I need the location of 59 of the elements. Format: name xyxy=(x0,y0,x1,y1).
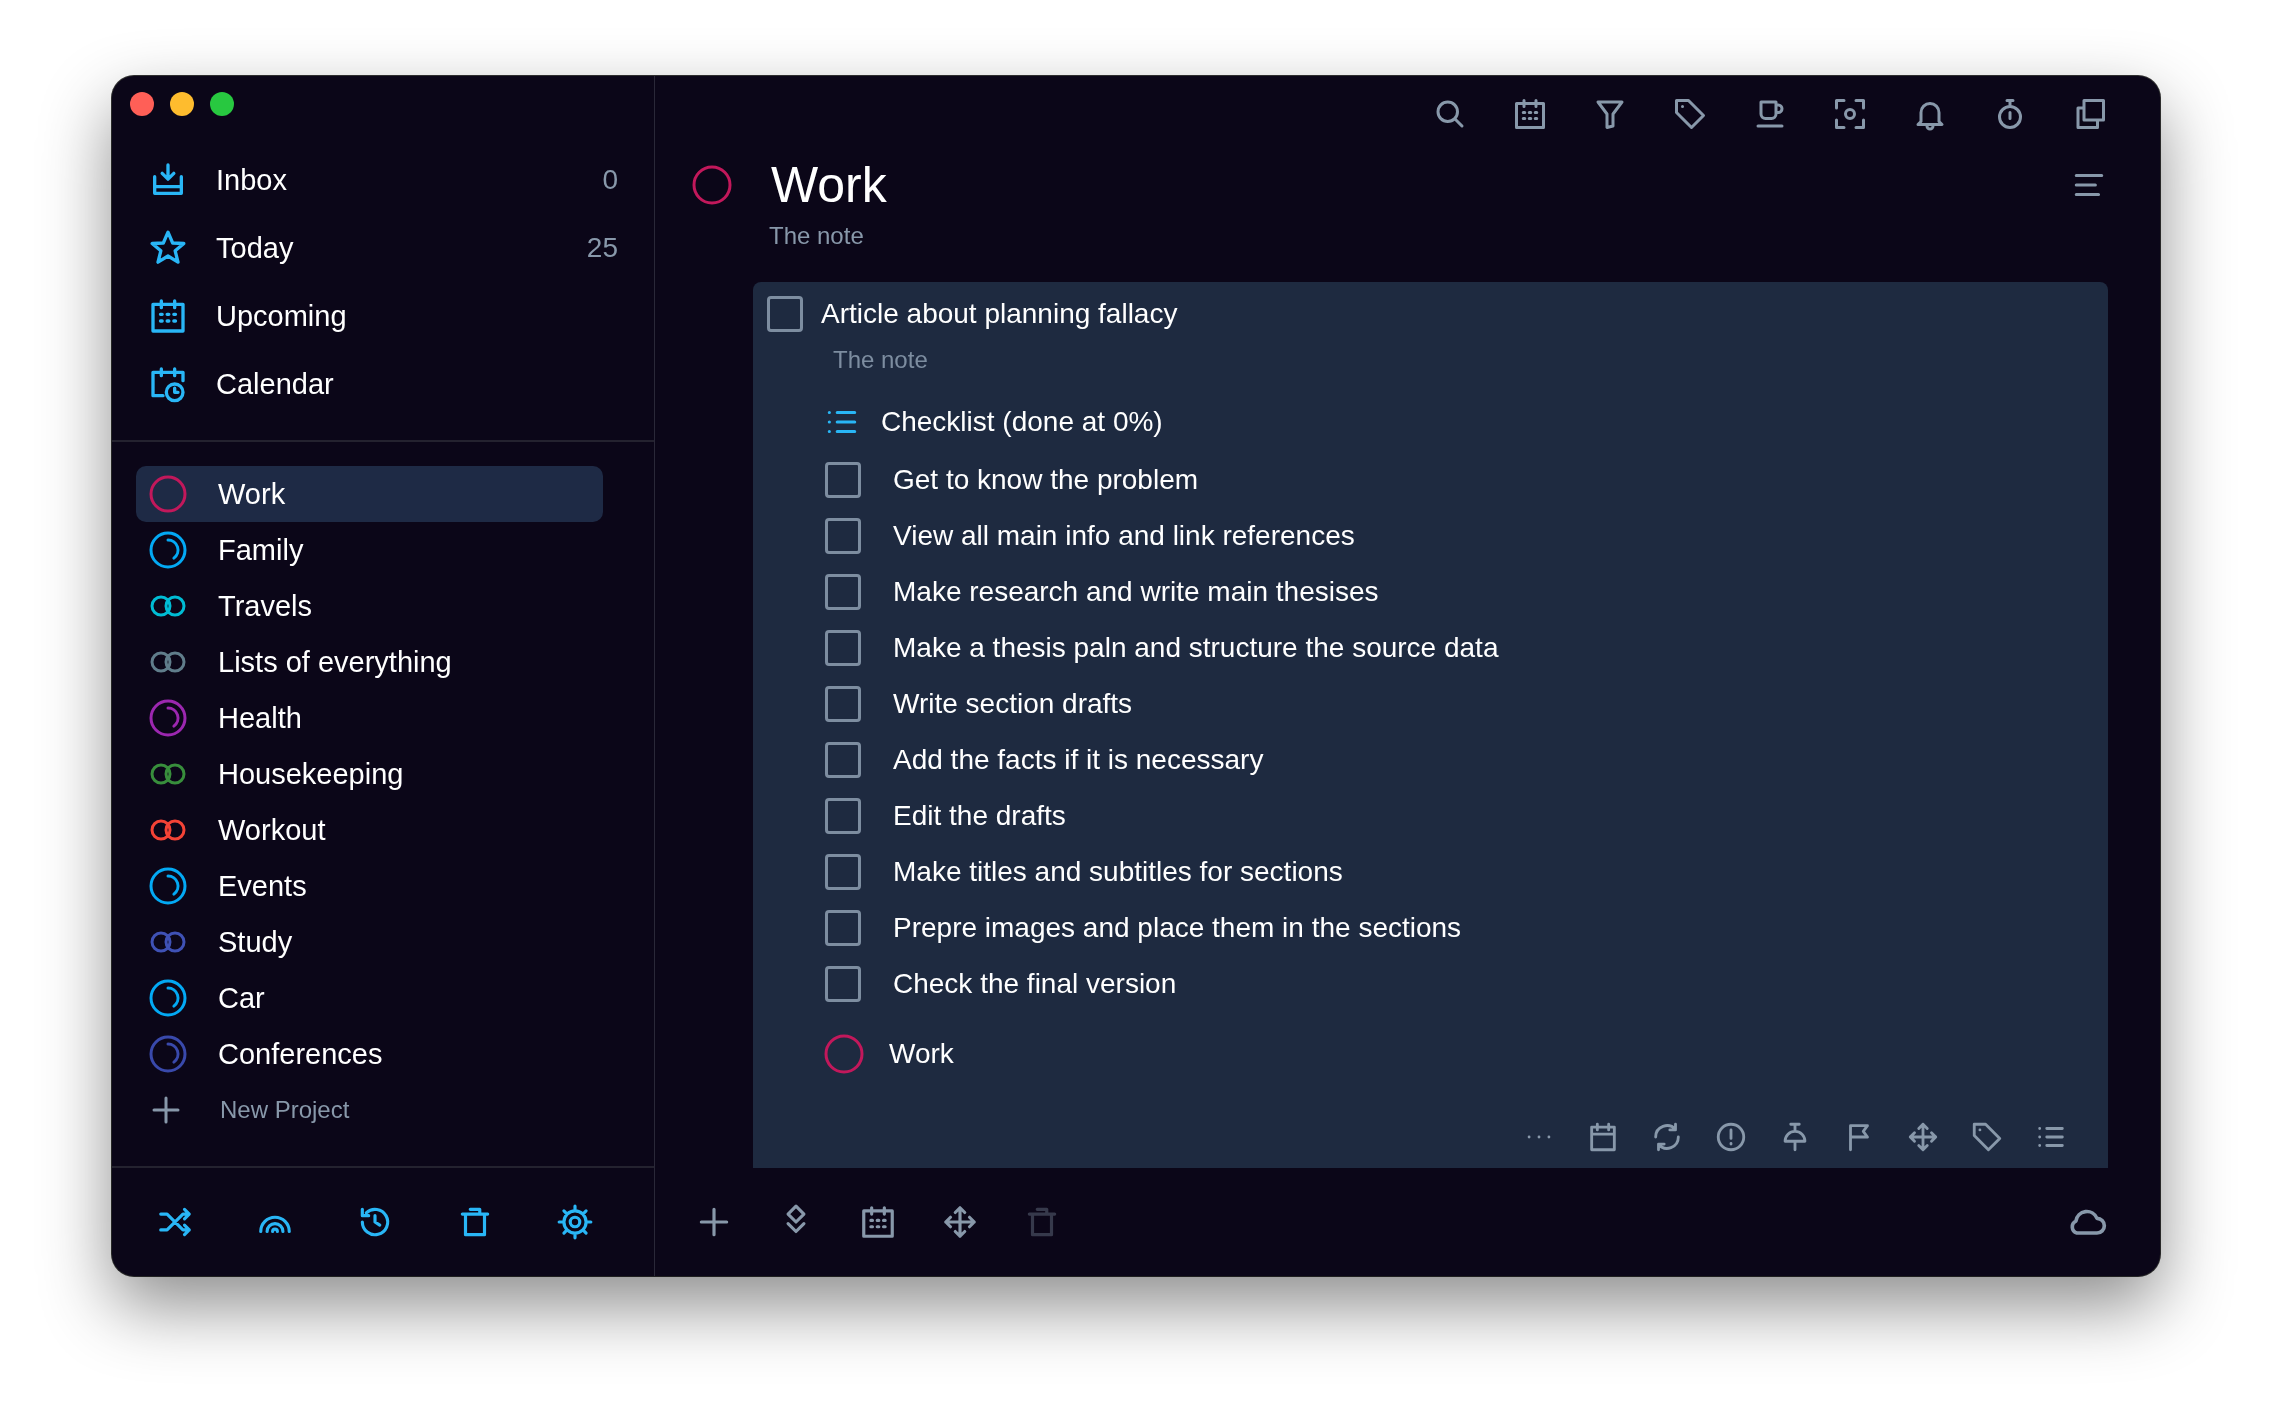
checklist-item: Get to know the problem xyxy=(893,464,1199,496)
checklist-item: Make research and write main thesises xyxy=(893,576,1379,608)
checklist-item: Write section drafts xyxy=(893,688,1133,720)
task-project-label: Work xyxy=(889,1038,954,1070)
project-item[interactable]: Travels xyxy=(136,578,603,634)
task-note: The note xyxy=(833,346,929,374)
task-checkbox[interactable] xyxy=(767,296,803,332)
focus-icon[interactable] xyxy=(1832,96,1868,132)
gear-icon[interactable] xyxy=(556,1203,594,1241)
checklist-item: Add the facts if it is necessary xyxy=(893,744,1264,776)
sidebar-item[interactable]: Today 25 xyxy=(148,214,618,282)
sidebar-item[interactable]: Calendar xyxy=(148,350,618,418)
checklist-checkbox[interactable] xyxy=(825,742,861,778)
project-item[interactable]: Conferences xyxy=(136,1026,603,1082)
new-project-button[interactable]: New Project xyxy=(136,1082,603,1138)
project-item[interactable]: Housekeeping xyxy=(136,746,603,802)
project-title: Work xyxy=(771,156,887,214)
project-item[interactable]: Car xyxy=(136,970,603,1026)
checklist-item: Prepre images and place them in the sections xyxy=(893,912,1462,944)
checklist-item: Edit the drafts xyxy=(893,800,1066,832)
checklist-item: View all main info and link references xyxy=(893,520,1355,552)
sidebar-item[interactable]: Upcoming xyxy=(148,282,618,350)
sidebar-item[interactable]: Inbox 0 xyxy=(148,146,618,214)
checklist-checkbox[interactable] xyxy=(825,854,861,890)
project-item[interactable]: Study xyxy=(136,914,603,970)
move-icon[interactable] xyxy=(941,1203,979,1241)
checklist-checkbox[interactable] xyxy=(825,966,861,1002)
project-item[interactable]: Workout xyxy=(136,802,603,858)
item-count: 0 xyxy=(602,164,618,196)
checklist-checkbox[interactable] xyxy=(825,462,861,498)
checklist-title: Checklist (done at 0%) xyxy=(881,406,1163,438)
minimize-button[interactable] xyxy=(170,92,194,116)
move-icon[interactable] xyxy=(1906,1120,1940,1154)
item-count: 25 xyxy=(586,232,618,264)
checklist-checkbox[interactable] xyxy=(825,518,861,554)
close-button[interactable] xyxy=(130,92,154,116)
task-title: Article about planning fallacy xyxy=(821,298,1178,330)
tag-icon[interactable] xyxy=(1970,1120,2004,1154)
calendar-clock-icon xyxy=(148,364,188,404)
project-note: The note xyxy=(769,222,865,250)
checklist-checkbox[interactable] xyxy=(825,574,861,610)
zoom-button[interactable] xyxy=(210,92,234,116)
calendar-grid-icon xyxy=(148,296,188,336)
project-item[interactable]: Events xyxy=(136,858,603,914)
checklist-checkbox[interactable] xyxy=(825,630,861,666)
checklist-checkbox[interactable] xyxy=(825,686,861,722)
alert-icon[interactable] xyxy=(1714,1120,1748,1154)
checklist-item: Make titles and subtitles for sections xyxy=(893,856,1343,888)
tag-icon[interactable] xyxy=(1672,96,1708,132)
checklist-item: Make a thesis paln and structure the source data xyxy=(893,632,1499,664)
checklist-checkbox[interactable] xyxy=(825,798,861,834)
project-item[interactable]: Health xyxy=(136,690,603,746)
project-item[interactable]: Work xyxy=(136,466,603,522)
project-item[interactable]: Family xyxy=(136,522,603,578)
checklist-item: Check the final version xyxy=(893,968,1177,1000)
calendar-grid-icon[interactable] xyxy=(1512,96,1548,132)
checklist-checkbox[interactable] xyxy=(825,910,861,946)
calendar-grid-icon[interactable] xyxy=(859,1203,897,1241)
project-item[interactable]: Lists of everything xyxy=(136,634,603,690)
